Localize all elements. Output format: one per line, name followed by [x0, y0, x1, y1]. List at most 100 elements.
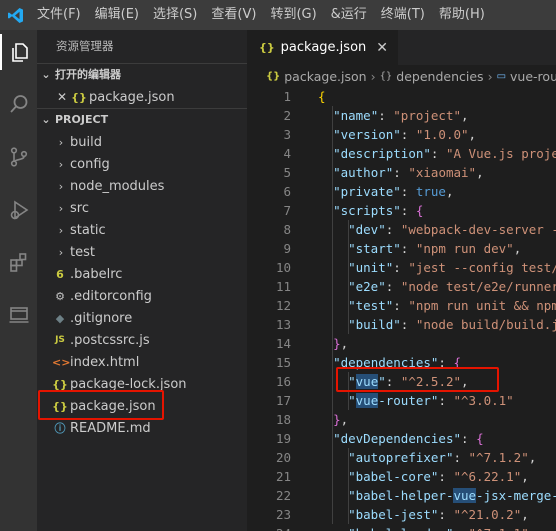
code-line: 21 "babel-core": "^6.22.1", [247, 467, 556, 486]
folder-item-src[interactable]: › src [37, 197, 247, 219]
code-line: 1{ [247, 87, 556, 106]
line-number: 5 [283, 165, 291, 180]
code-text: { [318, 89, 326, 104]
editor-area: {} package.json ✕ {} package.json › {} d… [247, 30, 556, 531]
breadcrumb-item[interactable]: package.json [284, 69, 366, 84]
breadcrumb-item[interactable]: vue-rou [510, 69, 556, 84]
code-line: 14 }, [247, 334, 556, 353]
file-item-readme[interactable]: ⓘ README.md [37, 417, 247, 439]
menu-bar: 文件(F) 编辑(E) 选择(S) 查看(V) 转到(G) &运行 终端(T) … [30, 0, 492, 30]
sidebar-title: 资源管理器 [56, 39, 114, 53]
line-number: 4 [283, 146, 291, 161]
menu-file[interactable]: 文件(F) [30, 0, 88, 30]
extensions-icon[interactable] [0, 244, 37, 280]
menu-go[interactable]: 转到(G) [263, 0, 323, 30]
line-number: 11 [275, 279, 291, 294]
breadcrumb-item[interactable]: dependencies [396, 69, 483, 84]
code-text: "babel-jest": "^21.0.2", [348, 507, 529, 522]
line-number: 1 [283, 89, 291, 104]
remote-explorer-icon[interactable] [0, 296, 37, 332]
project-section[interactable]: ⌄ PROJECT [37, 108, 247, 131]
info-icon: ⓘ [54, 422, 66, 435]
line-number: 14 [275, 336, 291, 351]
code-text: "scripts": { [333, 203, 424, 218]
folder-label: test [70, 244, 95, 260]
menu-edit[interactable]: 编辑(E) [88, 0, 146, 30]
file-label: README.md [70, 420, 151, 436]
chevron-right-icon: › [58, 201, 64, 215]
menu-help[interactable]: 帮助(H) [432, 0, 492, 30]
code-text: "dev": "webpack-dev-server --inline", [348, 222, 556, 237]
chevron-right-icon: › [58, 179, 64, 193]
code-text: "autoprefixer": "^7.1.2", [348, 450, 537, 465]
code-line: 10 "unit": "jest --config test/unit", [247, 258, 556, 277]
search-icon[interactable] [0, 86, 37, 122]
source-control-icon[interactable] [0, 139, 37, 175]
explorer-sidebar: 资源管理器 ⌄ 打开的编辑器 ✕ {} package.json ⌄ PROJE… [37, 30, 247, 531]
file-item-editorconfig[interactable]: ⚙ .editorconfig [37, 285, 247, 307]
annotation-highlight-vue-dependency [336, 367, 499, 392]
code-line: 2 "name": "project", [247, 106, 556, 125]
close-icon[interactable]: ✕ [376, 40, 388, 56]
code-text: "unit": "jest --config test/unit", [348, 260, 556, 275]
line-number: 19 [275, 431, 291, 446]
file-item-postcssrc[interactable]: JS .postcssrc.js [37, 329, 247, 351]
file-item-gitignore[interactable]: ◆ .gitignore [37, 307, 247, 329]
file-item-index-html[interactable]: <> index.html [37, 351, 247, 373]
code-text: "devDependencies": { [333, 431, 484, 446]
tab-package-json[interactable]: {} package.json ✕ [247, 30, 398, 65]
menu-terminal[interactable]: 终端(T) [374, 0, 432, 30]
file-item-babelrc[interactable]: 6 .babelrc [37, 263, 247, 285]
folder-item-static[interactable]: › static [37, 219, 247, 241]
folder-label: config [70, 156, 110, 172]
line-number: 12 [275, 298, 291, 313]
code-text: }, [333, 412, 349, 427]
code-text: "description": "A Vue.js project", [333, 146, 556, 161]
folder-item-test[interactable]: › test [37, 241, 247, 263]
chevron-right-icon: › [58, 223, 64, 237]
explorer-icon[interactable] [0, 34, 37, 70]
line-number: 20 [275, 450, 291, 465]
chevron-right-icon: › [487, 68, 493, 84]
line-number: 13 [275, 317, 291, 332]
code-text: "private": true, [333, 184, 454, 199]
line-number: 10 [275, 260, 291, 275]
menu-view[interactable]: 查看(V) [204, 0, 263, 30]
folder-item-build[interactable]: › build [37, 131, 247, 153]
open-editor-item[interactable]: ✕ {} package.json [37, 86, 247, 108]
code-text: "build": "node build/build.js" [348, 317, 556, 332]
code-text: "e2e": "node test/e2e/runner.js", [348, 279, 556, 294]
open-editors-label: 打开的编辑器 [55, 68, 121, 81]
code-line: 23 "babel-jest": "^21.0.2", [247, 505, 556, 524]
code-text: "version": "1.0.0", [333, 127, 477, 142]
gear-icon: ⚙ [55, 289, 65, 303]
chevron-right-icon: › [58, 135, 64, 149]
code-line: 13 "build": "node build/build.js" [247, 315, 556, 334]
code-line: 24 "babel-loader": "^7.1.1", [247, 524, 556, 531]
code-line: 9 "start": "npm run dev", [247, 239, 556, 258]
close-icon[interactable]: ✕ [57, 90, 71, 104]
chevron-down-icon: ⌄ [41, 113, 51, 126]
open-editors-section[interactable]: ⌄ 打开的编辑器 [37, 63, 247, 86]
file-label: .babelrc [70, 266, 123, 282]
run-debug-icon[interactable] [0, 192, 37, 228]
code-line: 20 "autoprefixer": "^7.1.2", [247, 448, 556, 467]
chevron-down-icon: ⌄ [41, 68, 51, 81]
menu-run[interactable]: &运行 [324, 0, 374, 30]
line-number: 16 [275, 374, 291, 389]
folder-item-node-modules[interactable]: › node_modules [37, 175, 247, 197]
code-line: 6 "private": true, [247, 182, 556, 201]
activity-bar [0, 30, 37, 531]
code-text: "name": "project", [333, 108, 469, 123]
menu-selection[interactable]: 选择(S) [146, 0, 204, 30]
chevron-right-icon: › [58, 157, 64, 171]
code-text: "test": "npm run unit && npm run e2e", [348, 298, 556, 313]
babel-file-icon: 6 [56, 267, 64, 281]
folder-label: node_modules [70, 178, 165, 194]
js-file-icon: JS [55, 335, 65, 345]
code-editor[interactable]: 1{ 2 "name": "project", 3 "version": "1.… [247, 87, 556, 531]
line-number: 7 [283, 203, 291, 218]
folder-item-config[interactable]: › config [37, 153, 247, 175]
code-line: 7 "scripts": { [247, 201, 556, 220]
line-number: 6 [283, 184, 291, 199]
